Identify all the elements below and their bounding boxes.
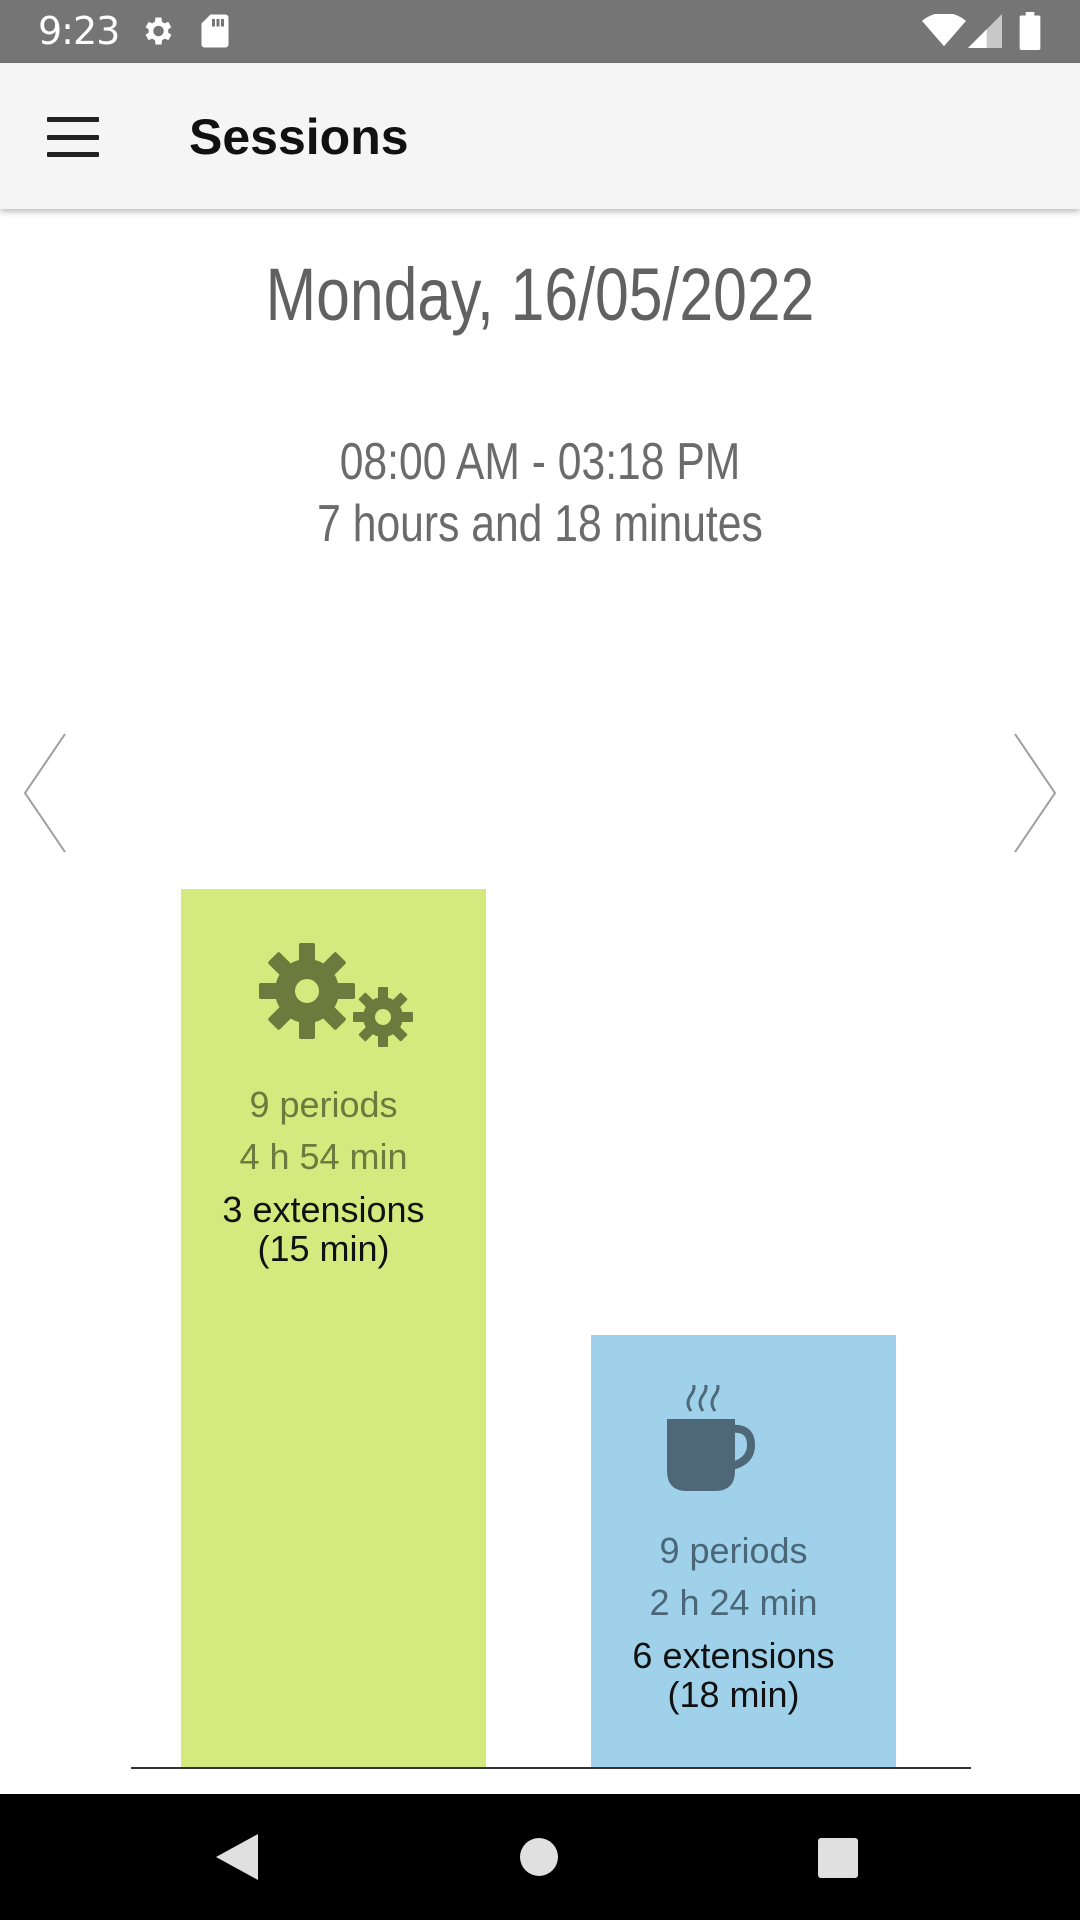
session-date: Monday, 16/05/2022 [265,253,815,336]
hamburger-menu-icon[interactable] [36,109,110,165]
chevron-right-icon[interactable] [1012,732,1058,854]
break-extensions-minutes: (18 min) [667,1674,800,1715]
chart-baseline [131,1767,971,1769]
recents-icon[interactable] [818,1838,858,1878]
wifi-icon [922,14,966,47]
battery-icon [1019,12,1041,50]
break-duration: 2 h 24 min [649,1582,818,1623]
break-bar[interactable]: 9 periods 2 h 24 min 6 extensions (18 mi… [591,1335,896,1768]
work-bar[interactable]: 9 periods 4 h 54 min 3 extensions (15 mi… [181,889,486,1768]
work-duration: 4 h 54 min [239,1136,408,1177]
work-extensions-minutes: (15 min) [257,1228,390,1269]
chevron-left-icon[interactable] [22,732,68,854]
status-bar: 9:23 [0,0,1080,63]
gear-icon [145,17,172,45]
status-time: 9:23 [38,9,120,53]
app-bar: Sessions [0,63,1080,209]
work-periods: 9 periods [249,1084,398,1125]
work-extensions: 3 extensions [222,1189,425,1230]
home-icon[interactable] [520,1838,558,1876]
sd-card-icon [201,14,229,48]
session-duration: 7 hours and 18 minutes [317,495,763,553]
coffee-mug-icon [667,1385,756,1491]
gears-icon [259,943,413,1047]
back-icon[interactable] [216,1834,258,1880]
break-extensions: 6 extensions [632,1635,835,1676]
signal-icon [968,14,1002,48]
break-periods: 9 periods [659,1530,808,1571]
session-time-range: 08:00 AM - 03:18 PM [339,433,741,491]
page-title: Sessions [189,109,409,165]
